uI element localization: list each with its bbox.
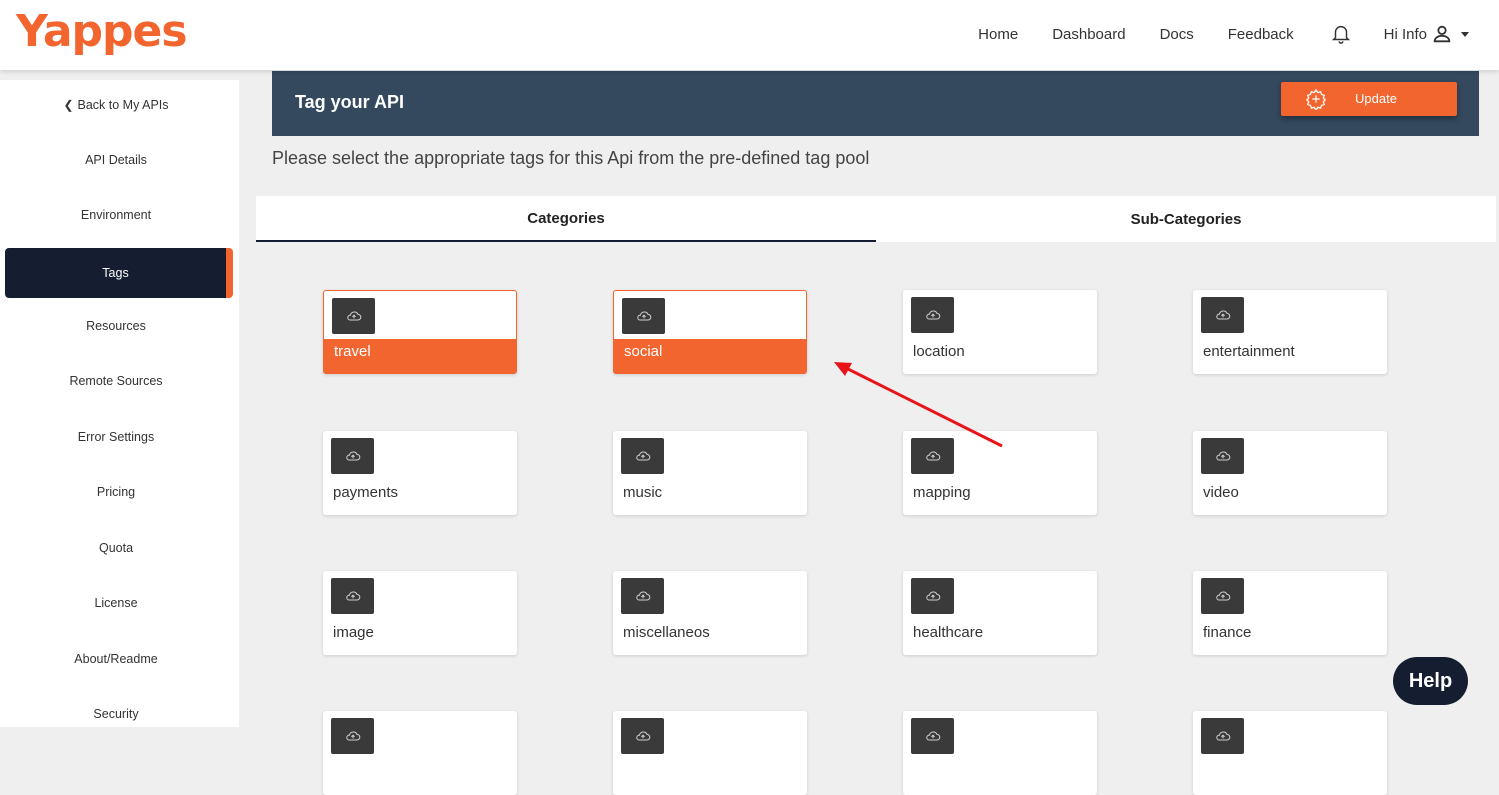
nav-dashboard-link[interactable]: Dashboard	[1052, 26, 1125, 43]
tag-card[interactable]: travel	[323, 290, 517, 374]
cloud-upload-icon	[332, 298, 375, 334]
nav-home-link[interactable]: Home	[978, 26, 1018, 43]
tag-label: entertainment	[1203, 343, 1295, 360]
tag-card[interactable]: finance	[1193, 571, 1387, 655]
sidebar-back-link[interactable]: ❮ Back to My APIs	[0, 80, 232, 130]
tag-card[interactable]	[323, 711, 517, 795]
tag-card[interactable]: image	[323, 571, 517, 655]
main-nav: Home Dashboard Docs Feedback Hi Info	[944, 0, 1469, 68]
sidebar-back-label: Back to My APIs	[77, 98, 169, 112]
tag-card[interactable]: payments	[323, 431, 517, 515]
sidebar-item-pricing[interactable]: Pricing	[0, 467, 232, 517]
cloud-upload-icon	[911, 297, 954, 333]
update-button[interactable]: Update	[1281, 82, 1457, 116]
cloud-upload-icon	[331, 578, 374, 614]
tag-card-band	[903, 760, 1097, 795]
tag-label: image	[333, 624, 374, 641]
tag-card[interactable]: location	[903, 290, 1097, 374]
tag-card[interactable]: healthcare	[903, 571, 1097, 655]
tag-card[interactable]: music	[613, 431, 807, 515]
cloud-upload-icon	[911, 438, 954, 474]
cloud-upload-icon	[911, 578, 954, 614]
tag-card-band	[613, 760, 807, 795]
cloud-upload-icon	[1201, 297, 1244, 333]
page-title: Tag your API	[295, 92, 405, 112]
tag-card[interactable]: social	[613, 290, 807, 374]
sidebar-item-api-details[interactable]: API Details	[0, 135, 232, 185]
tag-card[interactable]	[1193, 711, 1387, 795]
tag-card[interactable]: miscellaneos	[613, 571, 807, 655]
yappes-logo[interactable]: Yappes	[16, 6, 188, 58]
sidebar-item-error-settings[interactable]: Error Settings	[0, 412, 232, 462]
cloud-upload-icon	[622, 298, 665, 334]
tag-label: miscellaneos	[623, 624, 710, 641]
cloud-upload-icon	[331, 438, 374, 474]
tab-sub-categories[interactable]: Sub-Categories	[876, 196, 1496, 242]
tag-label: payments	[333, 484, 399, 501]
sidebar-item-license[interactable]: License	[0, 578, 232, 628]
user-greeting: Hi Info	[1383, 25, 1427, 43]
tag-card-band	[323, 760, 517, 795]
tag-card-band	[1193, 760, 1387, 795]
tag-label: location	[913, 343, 965, 360]
sidebar-item-about-readme[interactable]: About/Readme	[0, 634, 232, 684]
section-header: Tag your API Update	[272, 71, 1479, 136]
tag-label: video	[1203, 484, 1239, 501]
nav-docs-link[interactable]: Docs	[1160, 26, 1194, 43]
cloud-upload-icon	[621, 718, 664, 754]
chevron-left-icon: ❮	[63, 98, 74, 112]
sidebar-item-tags[interactable]: Tags	[5, 248, 233, 298]
tag-label: music	[623, 484, 663, 501]
sidebar-item-security[interactable]: Security	[0, 689, 232, 739]
bell-icon[interactable]	[1330, 23, 1352, 45]
cloud-upload-icon	[621, 578, 664, 614]
tag-label: travel	[334, 343, 371, 360]
tag-label: mapping	[913, 484, 971, 501]
sidebar: ❮ Back to My APIs API Details Environmen…	[0, 80, 239, 727]
tag-card[interactable]: mapping	[903, 431, 1097, 515]
tag-label: finance	[1203, 624, 1252, 641]
tag-card[interactable]: video	[1193, 431, 1387, 515]
sidebar-item-quota[interactable]: Quota	[0, 523, 232, 573]
tag-tabs: Categories Sub-Categories	[256, 196, 1496, 242]
sidebar-item-environment[interactable]: Environment	[0, 190, 232, 240]
cloud-upload-icon	[1201, 718, 1244, 754]
cloud-upload-icon	[911, 718, 954, 754]
help-button[interactable]: Help	[1393, 657, 1468, 705]
user-icon	[1433, 25, 1451, 43]
tag-label: healthcare	[913, 624, 984, 641]
sidebar-item-remote-sources[interactable]: Remote Sources	[0, 356, 232, 406]
update-label: Update	[1355, 91, 1397, 106]
sidebar-item-resources[interactable]: Resources	[0, 301, 232, 351]
tab-categories[interactable]: Categories	[256, 196, 876, 242]
nav-feedback-link[interactable]: Feedback	[1228, 26, 1294, 43]
user-menu[interactable]: Hi Info	[1384, 23, 1469, 45]
tag-label: social	[624, 343, 663, 360]
cloud-upload-icon	[621, 438, 664, 474]
instruction-text: Please select the appropriate tags for t…	[272, 148, 870, 168]
top-navbar: Yappes Home Dashboard Docs Feedback Hi I…	[0, 0, 1499, 70]
cloud-upload-icon	[1201, 438, 1244, 474]
cloud-upload-icon	[1201, 578, 1244, 614]
settings-plus-icon	[1305, 88, 1327, 110]
tag-card[interactable]	[613, 711, 807, 795]
cloud-upload-icon	[331, 718, 374, 754]
tag-card[interactable]: entertainment	[1193, 290, 1387, 374]
tag-card[interactable]	[903, 711, 1097, 795]
chevron-down-icon	[1461, 31, 1469, 37]
